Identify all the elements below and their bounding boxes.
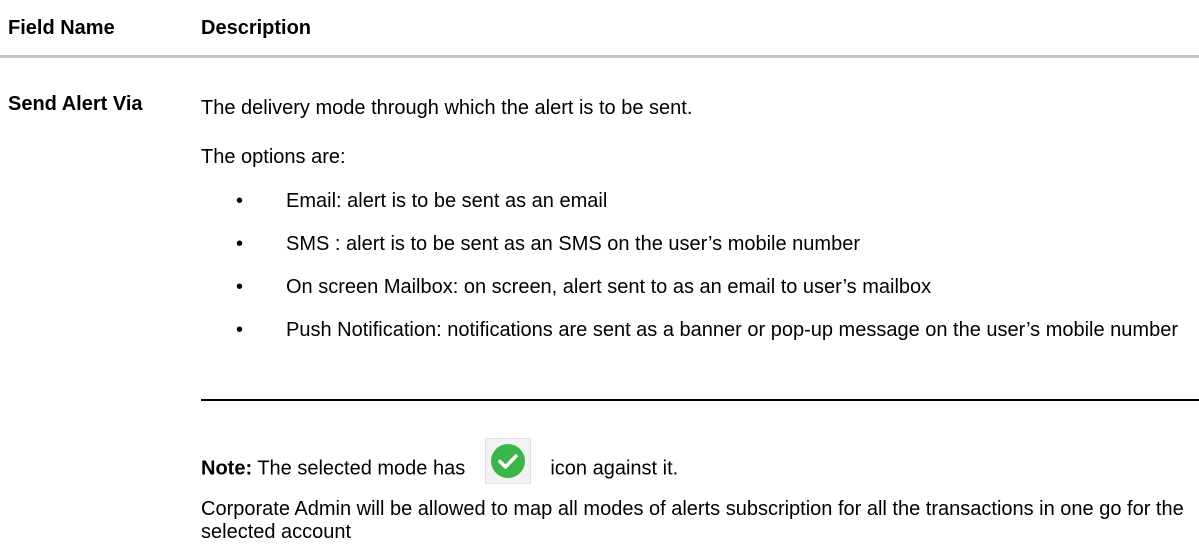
- option-text-sms: SMS : alert is to be sent as an SMS on t…: [286, 233, 860, 255]
- note-label: Note:: [201, 457, 253, 480]
- options-list: • Email: alert is to be sent as an email…: [201, 190, 1191, 362]
- field-name-cell: Send Alert Via: [8, 93, 143, 115]
- options-label: The options are:: [201, 146, 346, 168]
- list-item: • On screen Mailbox: on screen, alert se…: [201, 276, 1191, 299]
- corporate-admin-note: Corporate Admin will be allowed to map a…: [201, 498, 1184, 543]
- bullet-dot: •: [236, 319, 244, 341]
- bullet-dot: •: [236, 233, 244, 255]
- header-field-name: Field Name: [8, 17, 115, 39]
- bullet-dot: •: [236, 190, 244, 212]
- option-text-email: Email: alert is to be sent as an email: [286, 190, 608, 212]
- option-text-mailbox: On screen Mailbox: on screen, alert sent…: [286, 276, 932, 298]
- description-intro: The delivery mode through which the aler…: [201, 97, 693, 119]
- list-item: • SMS : alert is to be sent as an SMS on…: [201, 233, 1191, 256]
- header-divider: [0, 55, 1199, 58]
- note-text-after: icon against it.: [550, 457, 679, 480]
- list-item: • Push Notification: notifications are s…: [201, 319, 1191, 342]
- option-text-push: Push Notification: notifications are sen…: [286, 319, 1178, 341]
- note-divider: [201, 399, 1199, 401]
- header-description: Description: [201, 17, 312, 39]
- table-header: Field Name Description: [0, 0, 1199, 62]
- check-circle-icon: [484, 438, 531, 484]
- note: Note: The selected mode has icon against…: [201, 438, 679, 484]
- list-item: • Email: alert is to be sent as an email: [201, 190, 1191, 213]
- note-text-before: The selected mode has: [257, 457, 466, 480]
- bullet-dot: •: [236, 276, 244, 298]
